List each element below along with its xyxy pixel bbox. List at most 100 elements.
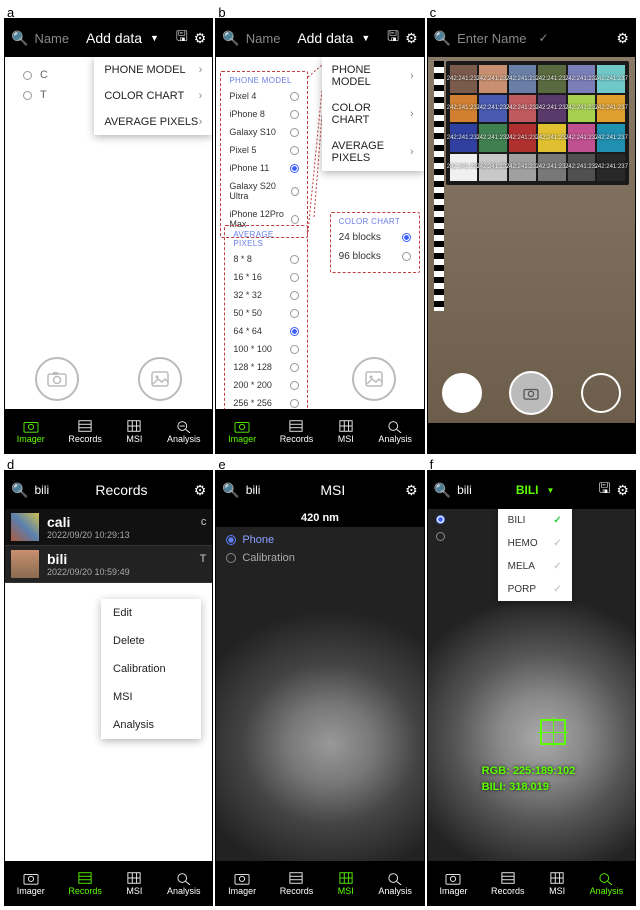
radio-calibration[interactable]: Calibration xyxy=(216,549,305,567)
menu-color-chart[interactable]: COLOR CHART› xyxy=(94,83,212,109)
nav-imager[interactable]: Imager xyxy=(17,419,45,444)
nav-imager[interactable]: Imager xyxy=(439,871,467,896)
record-row-bili[interactable]: bili T 2022/09/20 10:59:49 xyxy=(5,546,212,583)
pixel-option[interactable]: 16 * 16 xyxy=(225,268,307,286)
radio-c[interactable] xyxy=(23,71,32,80)
nav-records[interactable]: Records xyxy=(491,871,525,896)
chart-option[interactable]: 96 blocks xyxy=(331,247,419,266)
search-icon[interactable]: 🔍 xyxy=(222,482,239,499)
phone-option[interactable]: Pixel 5 xyxy=(221,141,307,159)
chevron-down-icon[interactable]: ▼ xyxy=(547,486,555,495)
add-data-dropdown[interactable]: Add data xyxy=(86,30,142,46)
flash-button[interactable]: FLASH: AUTO xyxy=(557,433,618,443)
selection-target[interactable] xyxy=(540,719,566,745)
nav-records[interactable]: Records xyxy=(280,871,314,896)
gallery-button[interactable] xyxy=(352,357,396,401)
search-text[interactable]: bili xyxy=(457,483,472,497)
pixel-option[interactable]: 64 * 64 xyxy=(225,322,307,340)
nav-records[interactable]: Records xyxy=(68,871,102,896)
add-data-dropdown[interactable]: Add data xyxy=(297,30,353,46)
mode-bili[interactable]: BILI✓ xyxy=(498,509,572,532)
pixel-option[interactable]: 128 * 128 xyxy=(225,358,307,376)
ctx-edit[interactable]: Edit xyxy=(101,599,201,627)
ctx-msi[interactable]: MSI xyxy=(101,683,201,711)
search-icon[interactable]: 🔍 xyxy=(434,30,451,47)
search-icon[interactable]: 🔍 xyxy=(222,30,239,47)
radio-t[interactable] xyxy=(23,91,32,100)
shutter-right[interactable] xyxy=(581,373,621,413)
search-icon[interactable]: 🔍 xyxy=(11,482,28,499)
shutter-left[interactable] xyxy=(442,373,482,413)
nav-imager[interactable]: Imager xyxy=(228,871,256,896)
gear-icon[interactable]: ⚙ xyxy=(616,30,629,47)
gear-icon[interactable]: ⚙ xyxy=(194,482,207,499)
nav-msi[interactable]: MSI xyxy=(548,871,566,896)
menu-phone-model[interactable]: PHONE MODEL› xyxy=(322,57,424,95)
camera-button[interactable] xyxy=(35,357,79,401)
chevron-down-icon[interactable]: ▼ xyxy=(150,33,159,43)
color-chip: 242:241:237 xyxy=(479,124,507,152)
nav-analysis[interactable]: Analysis xyxy=(590,871,624,896)
pixel-option[interactable]: 100 * 100 xyxy=(225,340,307,358)
pixel-option[interactable]: 50 * 50 xyxy=(225,304,307,322)
ctx-delete[interactable]: Delete xyxy=(101,627,201,655)
hide-button[interactable]: HIDE xyxy=(502,433,524,443)
record-row-cali[interactable]: cali c 2022/09/20 10:29:13 xyxy=(5,509,212,546)
gallery-button[interactable] xyxy=(138,357,182,401)
phone-option[interactable]: Galaxy S20 Ultra xyxy=(221,177,307,205)
menu-phone-model[interactable]: PHONE MODEL› xyxy=(94,57,212,83)
nav-msi[interactable]: MSI xyxy=(125,419,143,444)
shutter-camera[interactable] xyxy=(509,371,553,415)
save-icon[interactable]: 🖫 xyxy=(387,26,399,50)
ctx-calibration[interactable]: Calibration xyxy=(101,655,201,683)
enter-name-placeholder[interactable]: Enter Name xyxy=(457,31,526,46)
menu-color-chart[interactable]: COLOR CHART› xyxy=(322,95,424,133)
gear-icon[interactable]: ⚙ xyxy=(194,30,207,47)
analysis-mode-dropdown[interactable]: BILI xyxy=(516,483,539,497)
save-icon[interactable]: 🖫 xyxy=(176,26,188,50)
pixel-option[interactable]: 256 * 256 xyxy=(225,394,307,409)
chevron-down-icon[interactable]: ▼ xyxy=(361,33,370,43)
gear-icon[interactable]: ⚙ xyxy=(405,30,418,47)
nav-analysis[interactable]: Analysis xyxy=(378,871,412,896)
pixel-option[interactable]: 8 * 8 xyxy=(225,250,307,268)
search-text[interactable]: bili xyxy=(34,483,49,497)
gear-icon[interactable]: ⚙ xyxy=(616,482,629,499)
mode-mela[interactable]: MELA✓ xyxy=(498,555,572,578)
mode-hemo[interactable]: HEMO✓ xyxy=(498,532,572,555)
phone-option[interactable]: Pixel 4 xyxy=(221,87,307,105)
gear-icon[interactable]: ⚙ xyxy=(405,482,418,499)
nav-imager[interactable]: Imager xyxy=(228,419,256,444)
name-placeholder[interactable]: Name xyxy=(246,31,281,46)
phone-option[interactable]: Galaxy S10 xyxy=(221,123,307,141)
chart-option[interactable]: 24 blocks xyxy=(331,228,419,247)
save-icon[interactable]: 🖫 xyxy=(598,478,610,502)
mode-porp[interactable]: PORP✓ xyxy=(498,578,572,601)
search-icon[interactable]: 🔍 xyxy=(434,482,451,499)
nav-analysis[interactable]: Analysis xyxy=(167,419,201,444)
nav-msi[interactable]: MSI xyxy=(125,871,143,896)
name-placeholder[interactable]: Name xyxy=(34,31,69,46)
radio-top[interactable] xyxy=(436,515,445,524)
check-icon[interactable]: ✓ xyxy=(538,31,548,45)
menu-average-pixels[interactable]: AVERAGE PIXELS› xyxy=(94,109,212,135)
nav-imager[interactable]: Imager xyxy=(17,871,45,896)
menu-average-pixels[interactable]: AVERAGE PIXELS› xyxy=(322,133,424,171)
search-icon[interactable]: 🔍 xyxy=(11,30,28,47)
pixel-option[interactable]: 32 * 32 xyxy=(225,286,307,304)
search-text[interactable]: bili xyxy=(246,483,261,497)
nav-records[interactable]: Records xyxy=(68,419,102,444)
phone-option[interactable]: iPhone 8 xyxy=(221,105,307,123)
radio-bottom[interactable] xyxy=(436,532,445,541)
nav-msi[interactable]: MSI xyxy=(337,419,355,444)
nav-analysis[interactable]: Analysis xyxy=(167,871,201,896)
nav-msi[interactable]: MSI xyxy=(337,871,355,896)
radio-phone[interactable]: Phone xyxy=(216,531,305,549)
color-chart-title: COLOR CHART xyxy=(331,213,419,228)
phone-option[interactable]: iPhone 11 xyxy=(221,159,307,177)
test-button[interactable]: TEST xyxy=(445,433,468,443)
nav-records[interactable]: Records xyxy=(280,419,314,444)
pixel-option[interactable]: 200 * 200 xyxy=(225,376,307,394)
ctx-analysis[interactable]: Analysis xyxy=(101,711,201,739)
nav-analysis[interactable]: Analysis xyxy=(378,419,412,444)
